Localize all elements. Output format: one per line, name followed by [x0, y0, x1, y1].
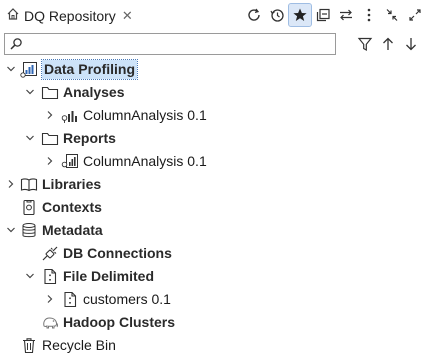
- tree-item-db-connections[interactable]: DB Connections: [0, 242, 432, 265]
- tree-label: Data Profiling: [40, 59, 139, 80]
- view-toolbar: [242, 3, 426, 27]
- analysis-icon: [61, 107, 79, 124]
- database-icon: [20, 222, 38, 239]
- tree-label: Metadata: [42, 222, 103, 238]
- tree-item-hadoop-clusters[interactable]: Hadoop Clusters: [0, 311, 432, 334]
- context-icon: [20, 199, 38, 216]
- chevron-right-icon[interactable]: [43, 152, 57, 170]
- refresh-icon[interactable]: [243, 4, 265, 26]
- filter-tools: [353, 33, 422, 55]
- history-icon[interactable]: [266, 4, 288, 26]
- collapse-all-icon[interactable]: [312, 4, 334, 26]
- tree-label: Analyses: [63, 84, 125, 100]
- chevron-right-icon[interactable]: [43, 106, 57, 124]
- move-up-arrow-icon[interactable]: [377, 33, 399, 55]
- tree-label: customers 0.1: [83, 291, 171, 307]
- filter-field[interactable]: [4, 33, 336, 55]
- tree-label: DB Connections: [63, 245, 172, 261]
- tree-item-column-analysis-report[interactable]: ColumnAnalysis 0.1: [0, 150, 432, 173]
- tree-item-contexts[interactable]: Contexts: [0, 196, 432, 219]
- tree-item-analyses[interactable]: Analyses: [0, 81, 432, 104]
- tree-item-metadata[interactable]: Metadata: [0, 219, 432, 242]
- hadoop-elephant-icon: [41, 314, 59, 331]
- chevron-down-icon[interactable]: [4, 60, 18, 78]
- tree-label: ColumnAnalysis 0.1: [83, 153, 207, 169]
- link-with-editor-icon[interactable]: [335, 4, 357, 26]
- view-tab-bar: DQ Repository ✕: [0, 0, 432, 31]
- filter-input[interactable]: [27, 36, 331, 54]
- chevron-down-icon[interactable]: [23, 129, 37, 147]
- chevron-right-icon[interactable]: [43, 290, 57, 308]
- tree-label: Recycle Bin: [42, 337, 116, 353]
- tree-item-column-analysis[interactable]: ColumnAnalysis 0.1: [0, 104, 432, 127]
- tree-label: Libraries: [42, 176, 102, 192]
- data-profiling-icon: [20, 61, 38, 78]
- plug-icon: [41, 245, 59, 262]
- tree-item-customers[interactable]: customers 0.1: [0, 288, 432, 311]
- folder-icon: [41, 130, 59, 147]
- favorite-star-icon[interactable]: [288, 3, 312, 27]
- filter-funnel-icon[interactable]: [354, 33, 376, 55]
- trash-icon: [20, 337, 38, 354]
- tree-item-file-delimited[interactable]: File Delimited: [0, 265, 432, 288]
- home-icon: [6, 7, 20, 24]
- tree-item-data-profiling[interactable]: Data Profiling: [0, 58, 432, 81]
- tree-label: Hadoop Clusters: [63, 314, 176, 330]
- tree-label: ColumnAnalysis 0.1: [83, 107, 207, 123]
- view-title: DQ Repository: [24, 7, 116, 24]
- delimited-file-icon: [61, 291, 79, 308]
- tree-label: Reports: [63, 130, 116, 146]
- chevron-down-icon[interactable]: [4, 221, 18, 239]
- close-icon[interactable]: ✕: [122, 8, 133, 24]
- tree-label: Contexts: [42, 199, 102, 215]
- minimize-icon[interactable]: [381, 4, 403, 26]
- view-tab-dq-repository[interactable]: DQ Repository ✕: [0, 0, 133, 31]
- view-menu-icon[interactable]: [358, 4, 380, 26]
- book-icon: [20, 176, 38, 193]
- filter-bar: [0, 31, 432, 58]
- folder-icon: [41, 84, 59, 101]
- tree-item-recycle-bin[interactable]: Recycle Bin: [0, 334, 432, 357]
- move-down-arrow-icon[interactable]: [400, 33, 422, 55]
- tree-item-libraries[interactable]: Libraries: [0, 173, 432, 196]
- report-icon: [61, 153, 79, 170]
- chevron-down-icon[interactable]: [23, 83, 37, 101]
- search-icon: [9, 37, 23, 54]
- delimited-file-icon: [41, 268, 59, 285]
- repository-tree: Data Profiling Analyses ColumnAnalysis 0…: [0, 58, 432, 357]
- maximize-icon[interactable]: [404, 4, 426, 26]
- tree-label: File Delimited: [63, 268, 155, 284]
- tree-item-reports[interactable]: Reports: [0, 127, 432, 150]
- chevron-right-icon[interactable]: [4, 175, 18, 193]
- chevron-down-icon[interactable]: [23, 267, 37, 285]
